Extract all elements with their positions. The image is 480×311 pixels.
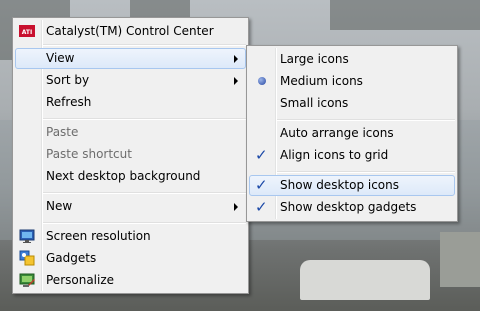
menu-separator — [277, 119, 455, 121]
menu-item-new[interactable]: New — [15, 196, 246, 217]
menu-item-sort-by[interactable]: Sort by — [15, 70, 246, 91]
menu-separator — [43, 222, 246, 224]
menu-item-label: Screen resolution — [46, 229, 151, 243]
menu-item-label: Show desktop icons — [280, 178, 400, 192]
checkmark-icon: ✓ — [255, 176, 268, 194]
menu-separator — [43, 192, 246, 194]
background-boat — [440, 232, 480, 287]
background-trees — [330, 0, 480, 30]
submenu-item-auto-arrange-icons[interactable]: Auto arrange icons — [249, 123, 455, 144]
submenu-item-large-icons[interactable]: Large icons — [249, 49, 455, 70]
background-boat — [300, 260, 430, 300]
menu-item-label: Personalize — [46, 273, 115, 287]
menu-item-label: Sort by — [46, 73, 90, 87]
menu-item-label: Paste shortcut — [46, 147, 132, 161]
menu-item-label: Next desktop background — [46, 169, 201, 183]
menu-separator — [277, 171, 455, 173]
menu-item-personalize[interactable]: Personalize — [15, 270, 246, 291]
menu-item-next-desktop-background[interactable]: Next desktop background — [15, 166, 246, 187]
menu-item-gadgets[interactable]: Gadgets — [15, 248, 246, 269]
submenu-arrow-icon — [234, 55, 238, 63]
desktop-context-menu: ATI Catalyst(TM) Control Center View Sor… — [12, 17, 249, 294]
menu-separator — [43, 118, 246, 120]
menu-item-label: Medium icons — [280, 74, 363, 88]
menu-item-view[interactable]: View — [15, 48, 246, 69]
view-submenu: Large icons Medium icons Small icons Aut… — [246, 45, 458, 222]
radio-bullet-icon — [258, 77, 266, 85]
menu-item-label: Gadgets — [46, 251, 97, 265]
submenu-item-show-desktop-gadgets[interactable]: ✓ Show desktop gadgets — [249, 197, 455, 218]
submenu-arrow-icon — [234, 77, 238, 85]
menu-item-label: Large icons — [280, 52, 349, 66]
submenu-arrow-icon — [234, 203, 238, 211]
menu-separator — [43, 44, 246, 46]
gadgets-icon — [19, 250, 35, 266]
menu-item-label: Align icons to grid — [280, 148, 389, 162]
menu-item-label: Small icons — [280, 96, 349, 110]
submenu-item-show-desktop-icons[interactable]: ✓ Show desktop icons — [249, 175, 455, 196]
menu-item-catalyst-control-center[interactable]: ATI Catalyst(TM) Control Center — [15, 21, 246, 42]
ati-catalyst-icon: ATI — [19, 23, 35, 39]
menu-item-label: Refresh — [46, 95, 92, 109]
monitor-icon — [19, 228, 35, 244]
submenu-item-medium-icons[interactable]: Medium icons — [249, 71, 455, 92]
checkmark-icon: ✓ — [255, 146, 268, 164]
svg-text:ATI: ATI — [22, 29, 33, 36]
submenu-item-align-icons-to-grid[interactable]: ✓ Align icons to grid — [249, 145, 455, 166]
menu-item-label: View — [46, 51, 75, 65]
checkmark-icon: ✓ — [255, 198, 268, 216]
menu-item-label: Paste — [46, 125, 79, 139]
menu-item-paste-shortcut: Paste shortcut — [15, 144, 246, 165]
menu-item-label: Catalyst(TM) Control Center — [46, 24, 214, 38]
submenu-item-small-icons[interactable]: Small icons — [249, 93, 455, 114]
menu-item-label: Auto arrange icons — [280, 126, 394, 140]
menu-item-label: New — [46, 199, 73, 213]
menu-item-paste: Paste — [15, 122, 246, 143]
menu-item-refresh[interactable]: Refresh — [15, 92, 246, 113]
menu-item-label: Show desktop gadgets — [280, 200, 417, 214]
menu-item-screen-resolution[interactable]: Screen resolution — [15, 226, 246, 247]
personalize-icon — [19, 272, 35, 288]
